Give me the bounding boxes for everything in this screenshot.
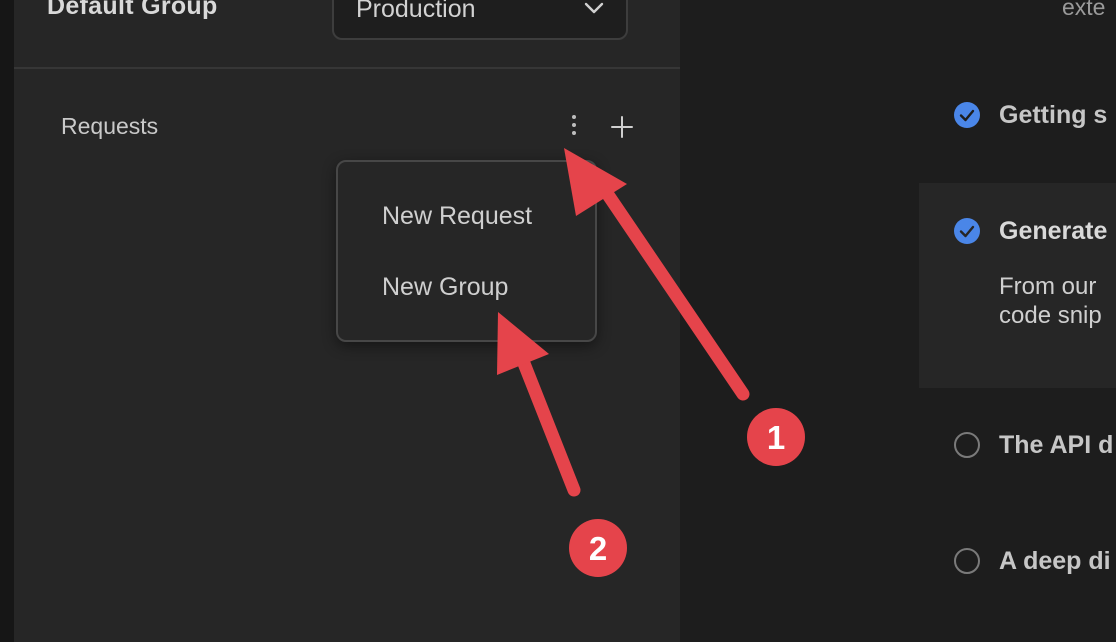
chevron-down-icon [584,2,604,14]
step-description-line: From our [999,273,1097,300]
kebab-icon[interactable] [559,110,589,142]
sidebar-divider [14,67,680,69]
header-text-fragment: exte [1062,0,1106,20]
check-circle-icon [954,102,980,128]
environment-select-value: Production [356,0,476,23]
step-description: From our code snip [999,272,1102,330]
window-edge [0,0,14,642]
menu-item-new-group[interactable]: New Group [382,273,508,302]
check-circle-icon [954,218,980,244]
menu-item-new-request[interactable]: New Request [382,202,532,231]
step-title[interactable]: The API d [999,431,1113,460]
step-title[interactable]: Generate [999,217,1107,246]
step-description-line: code snip [999,302,1102,329]
empty-circle-icon [954,432,980,458]
step-title[interactable]: Getting s [999,101,1107,130]
empty-circle-icon [954,548,980,574]
requests-section-label: Requests [61,113,159,139]
sidebar: Default Group Production Requests New Re… [14,0,680,642]
environment-select[interactable]: Production [332,0,628,40]
plus-icon[interactable] [607,112,637,142]
group-title: Default Group [47,0,218,20]
requests-context-menu: New Request New Group [336,160,597,342]
step-title[interactable]: A deep di [999,547,1111,576]
